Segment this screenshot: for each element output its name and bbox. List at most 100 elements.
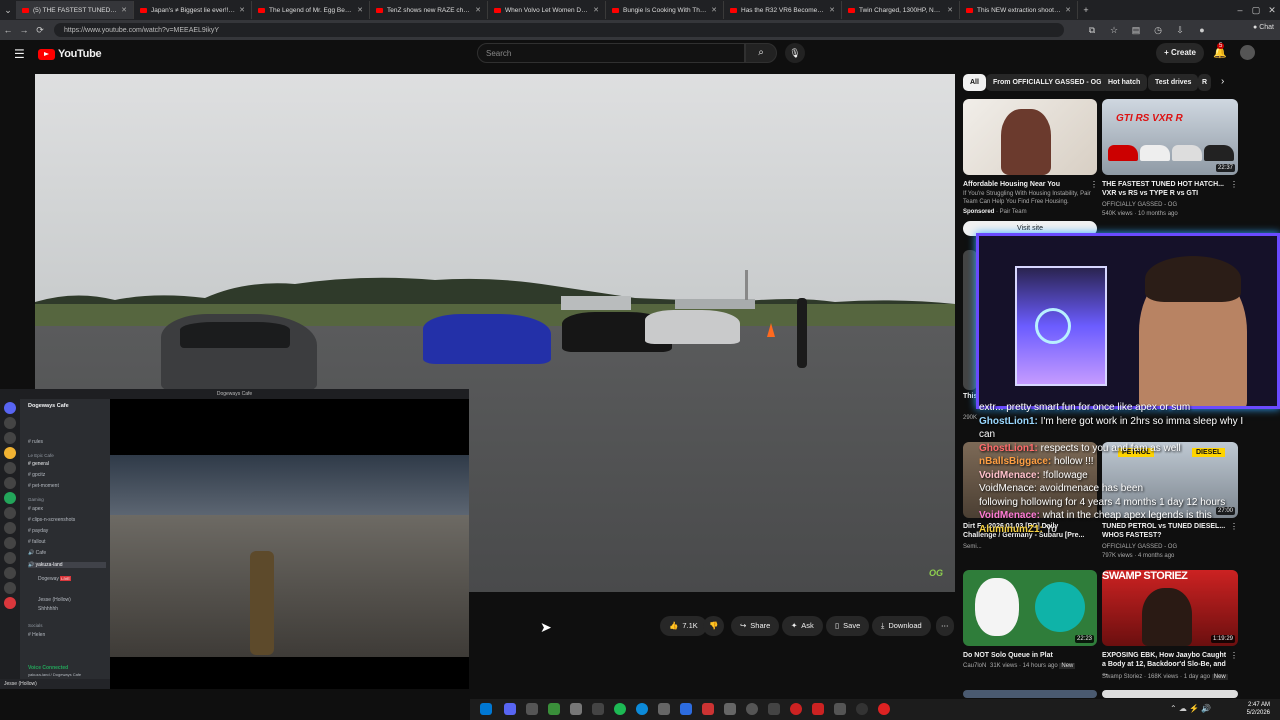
server-icon[interactable]: [4, 552, 16, 564]
video-thumbnail[interactable]: 22:23: [963, 570, 1097, 646]
tab-close-icon[interactable]: ✕: [593, 6, 599, 14]
chip-test-drives[interactable]: Test drives: [1148, 74, 1199, 91]
game-stream-view[interactable]: [110, 455, 469, 657]
voice-user[interactable]: Dogeway LIVE: [38, 576, 71, 582]
video-more-icon[interactable]: ⋮: [1230, 522, 1238, 531]
chip-hot-hatch[interactable]: Hot hatch: [1101, 74, 1148, 91]
video-thumbnail[interactable]: [963, 250, 977, 390]
copilot-chat-button[interactable]: ● Chat: [1253, 24, 1274, 31]
youtube-logo-icon[interactable]: [38, 49, 55, 60]
bookmark-icon[interactable]: ☆: [1106, 25, 1122, 36]
reload-icon[interactable]: ⟳: [32, 25, 48, 36]
voice-user[interactable]: Shhhhhh: [38, 606, 58, 612]
sidebar-icon[interactable]: ▤: [1128, 25, 1144, 36]
browser-tab[interactable]: Japan's ≠ Biggest lie ever!!280 Hp ✕: [134, 1, 252, 19]
app-icon[interactable]: [724, 703, 736, 715]
channel-item[interactable]: # clips-n-screenshots: [28, 517, 75, 523]
spotify-icon[interactable]: [614, 703, 626, 715]
url-field[interactable]: https://www.youtube.com/watch?v=MEEAEL9i…: [54, 23, 1064, 37]
app-icon[interactable]: [834, 703, 846, 715]
video-channel[interactable]: Semi...: [963, 543, 1093, 551]
tab-close-icon[interactable]: ✕: [357, 6, 363, 14]
browser-tab[interactable]: The Legend of Mr. Egg Begins ✕: [252, 1, 370, 19]
channel-category[interactable]: Gaming: [28, 497, 44, 502]
forward-icon[interactable]: →: [16, 25, 32, 35]
discord-username[interactable]: Jesse (Hollow): [4, 681, 37, 687]
server-icon[interactable]: [4, 447, 16, 459]
maximize-icon[interactable]: ▢: [1248, 5, 1264, 16]
app-icon[interactable]: [658, 703, 670, 715]
close-window-icon[interactable]: ✕: [1264, 5, 1280, 16]
tab-close-icon[interactable]: ✕: [239, 6, 245, 14]
browser-tab[interactable]: (5) THE FASTEST TUNED HOT ✕: [16, 1, 134, 19]
taskbar-clock[interactable]: 2:47 AM 5/2/2026: [1247, 701, 1270, 717]
video-title[interactable]: This...: [963, 392, 977, 401]
tab-close-icon[interactable]: ✕: [121, 6, 127, 14]
channel-item[interactable]: # gpcitz: [28, 472, 45, 478]
server-icon[interactable]: [4, 582, 16, 594]
server-icon[interactable]: [4, 522, 16, 534]
video-thumbnail[interactable]: GTI RS VXR R 22:37: [1102, 99, 1238, 175]
app-icon[interactable]: [812, 703, 824, 715]
youtube-logo-text[interactable]: YouTube: [58, 48, 102, 60]
video-thumbnail[interactable]: [963, 690, 1097, 698]
share-button[interactable]: ↪ Share: [731, 616, 780, 636]
tab-close-icon[interactable]: ✕: [475, 6, 481, 14]
voice-connected-status[interactable]: Voice Connected: [28, 665, 68, 671]
app-icon[interactable]: [592, 703, 604, 715]
video-channel[interactable]: OFFICIALLY GASSED - OG: [1102, 543, 1232, 551]
ad-title[interactable]: Affordable Housing Near You: [963, 180, 1091, 189]
tab-close-icon[interactable]: ✕: [829, 6, 835, 14]
download-button[interactable]: ⤓ Download: [872, 616, 931, 636]
server-icon[interactable]: [4, 477, 16, 489]
video-more-icon[interactable]: ⋮: [1230, 651, 1238, 660]
channel-item[interactable]: # fallout: [28, 539, 46, 545]
download-icon[interactable]: ⇩: [1172, 25, 1188, 36]
channel-item[interactable]: # apex: [28, 506, 43, 512]
channel-item[interactable]: # general: [28, 461, 49, 467]
channel-category[interactable]: Le Epic Cafe: [28, 453, 54, 458]
system-tray-icons[interactable]: ⌃ ☁ ⚡ 🔊: [1170, 704, 1211, 713]
chevron-right-icon[interactable]: ›: [1221, 76, 1224, 87]
browser-tab[interactable]: This NEW extraction shooter is W ✕: [960, 1, 1078, 19]
app-icon[interactable]: [856, 703, 868, 715]
browser-tab[interactable]: When Volvo Let Women Design a ✕: [488, 1, 606, 19]
minimize-icon[interactable]: –: [1232, 5, 1248, 15]
hamburger-menu-icon[interactable]: ☰: [14, 47, 25, 61]
ask-button[interactable]: ✦ Ask: [782, 616, 823, 636]
server-icon[interactable]: [4, 537, 16, 549]
channel-item[interactable]: # payday: [28, 528, 48, 534]
channel-item[interactable]: # Helen: [28, 632, 45, 638]
video-channel[interactable]: Swamp Storiez: [1102, 674, 1142, 680]
app-icon[interactable]: [702, 703, 714, 715]
server-icon[interactable]: [4, 432, 16, 444]
channel-item[interactable]: # rules: [28, 439, 43, 445]
app-icon[interactable]: [746, 703, 758, 715]
app-icon[interactable]: [570, 703, 582, 715]
ad-more-icon[interactable]: ⋮: [1090, 180, 1098, 189]
dislike-button[interactable]: 👎: [703, 616, 725, 636]
edge-browser-icon[interactable]: [636, 703, 648, 715]
video-title[interactable]: THE FASTEST TUNED HOT HATCH... VXR vs RS…: [1102, 180, 1230, 198]
microphone-icon[interactable]: 🎙: [785, 43, 805, 63]
browser-tab[interactable]: Twin Charged, 1300HP, No Lag ✕: [842, 1, 960, 19]
create-button[interactable]: + Create: [1156, 43, 1204, 63]
server-icon[interactable]: [4, 567, 16, 579]
channel-category[interactable]: Socials: [28, 623, 43, 628]
profile-icon[interactable]: ●: [1194, 25, 1210, 36]
browser-tab[interactable]: TenZ shows new RAZE changes ✕: [370, 1, 488, 19]
tab-menu-icon[interactable]: ⌄: [0, 5, 16, 16]
channel-item[interactable]: # pet-moment: [28, 483, 59, 489]
app-icon[interactable]: [768, 703, 780, 715]
video-more-icon[interactable]: ⋮: [1230, 180, 1238, 189]
video-channel[interactable]: OFFICIALLY GASSED - OG: [1102, 201, 1232, 209]
server-icon[interactable]: [4, 462, 16, 474]
voice-channel-item[interactable]: 🔊 yakuza-land: [28, 562, 106, 568]
discord-server-name[interactable]: Dogeways Cafe: [28, 403, 69, 409]
discord-taskbar-icon[interactable]: [504, 703, 516, 715]
back-icon[interactable]: ←: [0, 25, 16, 35]
new-tab-button[interactable]: +: [1078, 5, 1094, 15]
save-button[interactable]: ▯ Save: [826, 616, 870, 636]
avatar[interactable]: [1240, 45, 1255, 60]
settings-gear-icon[interactable]: [526, 703, 538, 715]
